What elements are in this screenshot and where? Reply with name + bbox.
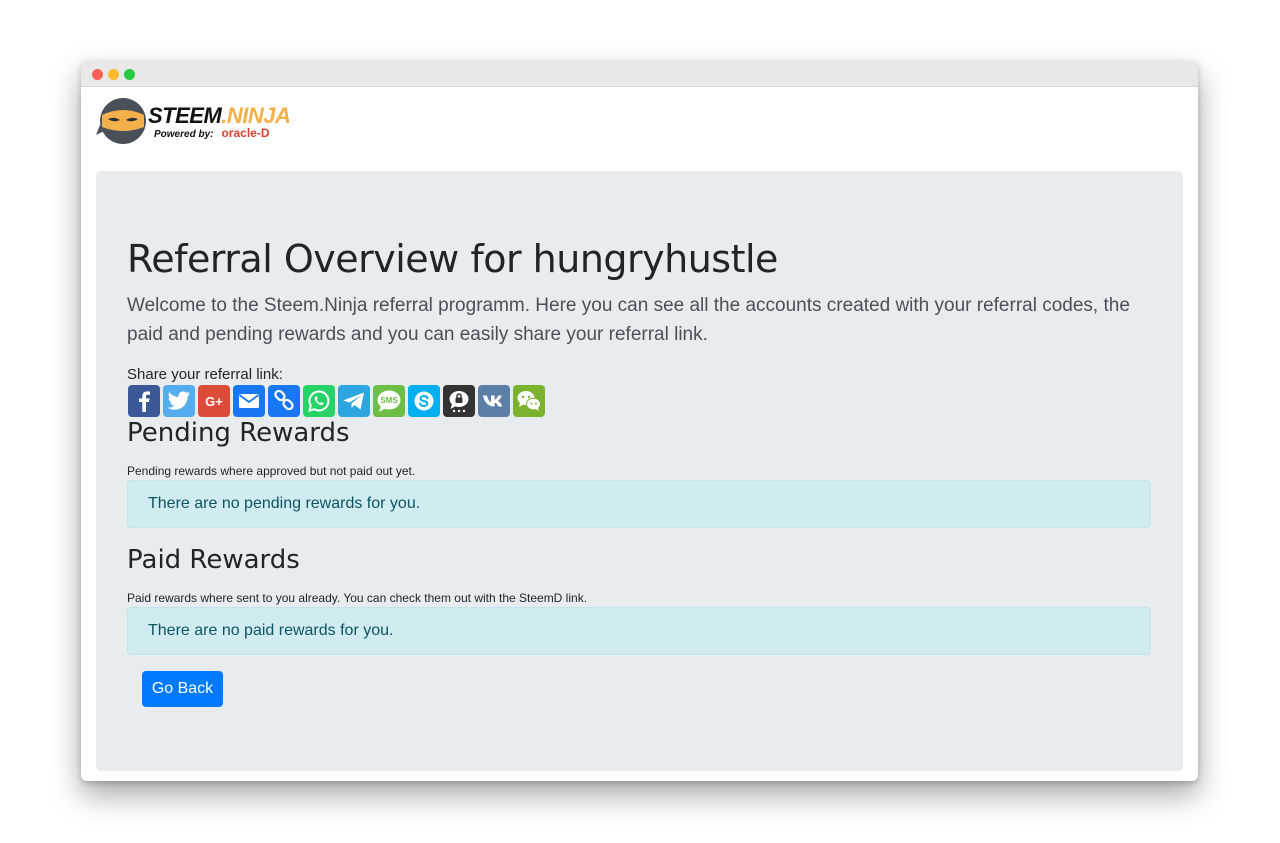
share-vk-button[interactable]	[478, 385, 510, 417]
share-sms-button[interactable]: SMS	[373, 385, 405, 417]
whatsapp-icon	[308, 390, 330, 412]
sms-label: SMS	[380, 395, 398, 405]
share-skype-button[interactable]	[408, 385, 440, 417]
share-email-button[interactable]	[233, 385, 265, 417]
browser-window: STEEM.NINJA Powered by: oracle-D Referral…	[81, 61, 1198, 781]
google-plus-icon: G+	[205, 393, 223, 409]
title-bar	[81, 61, 1198, 87]
share-whatsapp-button[interactable]	[303, 385, 335, 417]
share-wechat-button[interactable]	[513, 385, 545, 417]
pending-rewards-note: Pending rewards where approved but not p…	[127, 464, 416, 478]
wechat-icon	[517, 391, 541, 411]
share-telegram-button[interactable]	[338, 385, 370, 417]
telegram-icon	[343, 392, 364, 410]
minimize-window-button[interactable]	[108, 69, 119, 80]
maximize-window-button[interactable]	[124, 69, 135, 80]
facebook-icon	[139, 391, 150, 412]
pending-rewards-heading: Pending Rewards	[127, 418, 350, 448]
pending-rewards-empty-text: There are no pending rewards for you.	[148, 495, 421, 512]
threema-icon	[449, 391, 469, 413]
twitter-icon	[167, 391, 190, 410]
logo-powered-by: Powered by: oracle-D	[154, 126, 270, 140]
email-icon	[238, 394, 260, 408]
share-buttons: G+ SMS	[128, 385, 545, 417]
vk-icon	[483, 395, 503, 407]
paid-rewards-alert: There are no paid rewards for you.	[127, 607, 1151, 655]
share-twitter-button[interactable]	[163, 385, 195, 417]
page-title: Referral Overview for hungryhustle	[127, 237, 778, 281]
share-threema-button[interactable]	[443, 385, 475, 417]
referral-overview-panel: Referral Overview for hungryhustle Welco…	[96, 171, 1183, 771]
ninja-mascot-icon	[96, 98, 146, 144]
paid-rewards-note: Paid rewards where sent to you already. …	[127, 591, 588, 605]
skype-icon	[414, 391, 434, 411]
share-label: Share your referral link:	[127, 366, 283, 383]
steem-ninja-logo[interactable]: STEEM.NINJA Powered by: oracle-D	[96, 91, 296, 151]
link-icon	[274, 390, 294, 411]
oracle-d-logo: oracle-D	[221, 126, 270, 140]
paid-rewards-heading: Paid Rewards	[127, 545, 300, 575]
go-back-button[interactable]: Go Back	[142, 671, 223, 707]
close-window-button[interactable]	[92, 69, 103, 80]
share-google-plus-button[interactable]: G+	[198, 385, 230, 417]
pending-rewards-alert: There are no pending rewards for you.	[127, 480, 1151, 528]
copy-link-button[interactable]	[268, 385, 300, 417]
share-facebook-button[interactable]	[128, 385, 160, 417]
paid-rewards-empty-text: There are no paid rewards for you.	[148, 622, 394, 639]
page-intro: Welcome to the Steem.Ninja referral prog…	[127, 295, 1130, 345]
